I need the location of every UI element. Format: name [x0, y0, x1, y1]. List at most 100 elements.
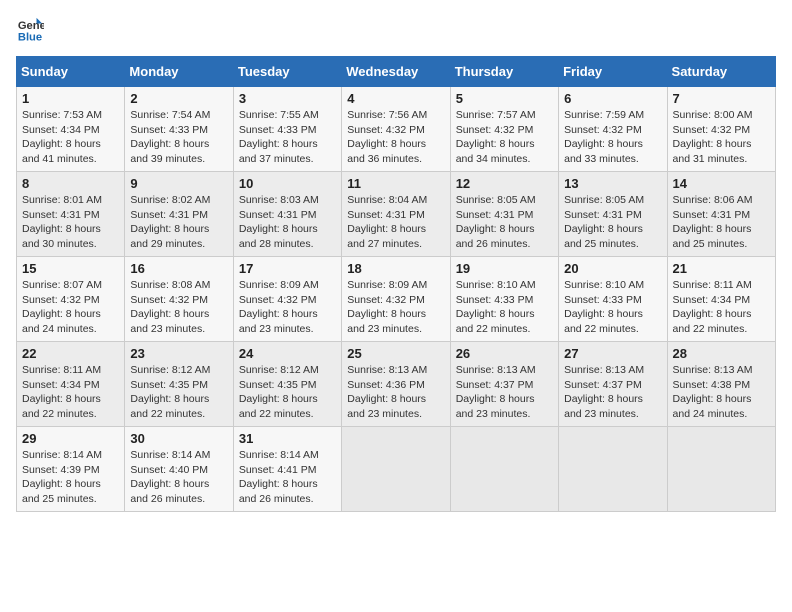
- day-number: 13: [564, 176, 661, 191]
- day-info: Sunrise: 8:11 AMSunset: 4:34 PMDaylight:…: [22, 363, 119, 422]
- day-info: Sunrise: 8:13 AMSunset: 4:37 PMDaylight:…: [564, 363, 661, 422]
- day-info: Sunrise: 8:13 AMSunset: 4:38 PMDaylight:…: [673, 363, 770, 422]
- day-number: 24: [239, 346, 336, 361]
- day-info: Sunrise: 8:00 AMSunset: 4:32 PMDaylight:…: [673, 108, 770, 167]
- calendar-week-4: 22 Sunrise: 8:11 AMSunset: 4:34 PMDayligh…: [17, 342, 776, 427]
- day-info: Sunrise: 8:13 AMSunset: 4:36 PMDaylight:…: [347, 363, 444, 422]
- day-info: Sunrise: 8:07 AMSunset: 4:32 PMDaylight:…: [22, 278, 119, 337]
- page-header: General Blue: [16, 16, 776, 44]
- calendar-cell: 18 Sunrise: 8:09 AMSunset: 4:32 PMDayligh…: [342, 257, 450, 342]
- day-info: Sunrise: 8:09 AMSunset: 4:32 PMDaylight:…: [239, 278, 336, 337]
- day-info: Sunrise: 8:01 AMSunset: 4:31 PMDaylight:…: [22, 193, 119, 252]
- column-header-friday: Friday: [559, 57, 667, 87]
- day-number: 11: [347, 176, 444, 191]
- calendar-header: SundayMondayTuesdayWednesdayThursdayFrid…: [17, 57, 776, 87]
- day-number: 29: [22, 431, 119, 446]
- logo-icon: General Blue: [16, 16, 44, 44]
- day-info: Sunrise: 8:09 AMSunset: 4:32 PMDaylight:…: [347, 278, 444, 337]
- calendar-cell: 14Sunrise: 8:06 AMSunset: 4:31 PMDayligh…: [667, 172, 775, 257]
- day-number: 8: [22, 176, 119, 191]
- calendar-cell: 24 Sunrise: 8:12 AMSunset: 4:35 PMDayligh…: [233, 342, 341, 427]
- day-info: Sunrise: 8:03 AMSunset: 4:31 PMDaylight:…: [239, 193, 336, 252]
- calendar-cell: 7Sunrise: 8:00 AMSunset: 4:32 PMDaylight…: [667, 87, 775, 172]
- calendar-cell: 17Sunrise: 8:09 AMSunset: 4:32 PMDayligh…: [233, 257, 341, 342]
- calendar-week-1: 1 Sunrise: 7:53 AMSunset: 4:34 PMDaylight…: [17, 87, 776, 172]
- column-header-saturday: Saturday: [667, 57, 775, 87]
- day-number: 16: [130, 261, 227, 276]
- day-number: 1: [22, 91, 119, 106]
- day-info: Sunrise: 7:59 AMSunset: 4:32 PMDaylight:…: [564, 108, 661, 167]
- calendar-cell: 30 Sunrise: 8:14 AMSunset: 4:40 PMDayligh…: [125, 427, 233, 512]
- day-info: Sunrise: 8:08 AMSunset: 4:32 PMDaylight:…: [130, 278, 227, 337]
- calendar-cell: 23Sunrise: 8:12 AMSunset: 4:35 PMDayligh…: [125, 342, 233, 427]
- calendar-cell: 19 Sunrise: 8:10 AMSunset: 4:33 PMDayligh…: [450, 257, 558, 342]
- day-number: 15: [22, 261, 119, 276]
- header-row: SundayMondayTuesdayWednesdayThursdayFrid…: [17, 57, 776, 87]
- day-number: 22: [22, 346, 119, 361]
- calendar-cell: 29 Sunrise: 8:14 AMSunset: 4:39 PMDayligh…: [17, 427, 125, 512]
- day-number: 2: [130, 91, 227, 106]
- day-number: 6: [564, 91, 661, 106]
- calendar-cell: 21 Sunrise: 8:11 AMSunset: 4:34 PMDayligh…: [667, 257, 775, 342]
- day-number: 19: [456, 261, 553, 276]
- column-header-wednesday: Wednesday: [342, 57, 450, 87]
- day-number: 5: [456, 91, 553, 106]
- day-info: Sunrise: 8:14 AMSunset: 4:41 PMDaylight:…: [239, 448, 336, 507]
- calendar-cell: 6 Sunrise: 7:59 AMSunset: 4:32 PMDaylight…: [559, 87, 667, 172]
- day-number: 3: [239, 91, 336, 106]
- calendar-cell: [667, 427, 775, 512]
- calendar-cell: 12Sunrise: 8:05 AMSunset: 4:31 PMDayligh…: [450, 172, 558, 257]
- day-number: 20: [564, 261, 661, 276]
- day-info: Sunrise: 7:54 AMSunset: 4:33 PMDaylight:…: [130, 108, 227, 167]
- calendar-cell: 27 Sunrise: 8:13 AMSunset: 4:37 PMDayligh…: [559, 342, 667, 427]
- day-info: Sunrise: 7:53 AMSunset: 4:34 PMDaylight:…: [22, 108, 119, 167]
- day-number: 27: [564, 346, 661, 361]
- day-info: Sunrise: 8:14 AMSunset: 4:39 PMDaylight:…: [22, 448, 119, 507]
- calendar-cell: 25 Sunrise: 8:13 AMSunset: 4:36 PMDayligh…: [342, 342, 450, 427]
- column-header-monday: Monday: [125, 57, 233, 87]
- calendar-cell: 9 Sunrise: 8:02 AMSunset: 4:31 PMDaylight…: [125, 172, 233, 257]
- day-number: 31: [239, 431, 336, 446]
- calendar-cell: 13 Sunrise: 8:05 AMSunset: 4:31 PMDayligh…: [559, 172, 667, 257]
- day-number: 12: [456, 176, 553, 191]
- svg-text:Blue: Blue: [18, 31, 42, 43]
- day-number: 25: [347, 346, 444, 361]
- calendar-week-3: 15 Sunrise: 8:07 AMSunset: 4:32 PMDayligh…: [17, 257, 776, 342]
- calendar-cell: 22 Sunrise: 8:11 AMSunset: 4:34 PMDayligh…: [17, 342, 125, 427]
- day-number: 21: [673, 261, 770, 276]
- calendar-cell: 3 Sunrise: 7:55 AMSunset: 4:33 PMDaylight…: [233, 87, 341, 172]
- day-number: 9: [130, 176, 227, 191]
- day-info: Sunrise: 8:13 AMSunset: 4:37 PMDaylight:…: [456, 363, 553, 422]
- day-number: 28: [673, 346, 770, 361]
- day-info: Sunrise: 7:56 AMSunset: 4:32 PMDaylight:…: [347, 108, 444, 167]
- day-info: Sunrise: 8:12 AMSunset: 4:35 PMDaylight:…: [239, 363, 336, 422]
- day-number: 26: [456, 346, 553, 361]
- logo: General Blue: [16, 16, 48, 44]
- day-number: 23: [130, 346, 227, 361]
- calendar-cell: [559, 427, 667, 512]
- day-info: Sunrise: 8:14 AMSunset: 4:40 PMDaylight:…: [130, 448, 227, 507]
- day-number: 14: [673, 176, 770, 191]
- day-number: 30: [130, 431, 227, 446]
- calendar-cell: 26 Sunrise: 8:13 AMSunset: 4:37 PMDayligh…: [450, 342, 558, 427]
- calendar-cell: 10Sunrise: 8:03 AMSunset: 4:31 PMDayligh…: [233, 172, 341, 257]
- column-header-thursday: Thursday: [450, 57, 558, 87]
- calendar-cell: 5Sunrise: 7:57 AMSunset: 4:32 PMDaylight…: [450, 87, 558, 172]
- calendar-cell: 15 Sunrise: 8:07 AMSunset: 4:32 PMDayligh…: [17, 257, 125, 342]
- calendar-cell: 20Sunrise: 8:10 AMSunset: 4:33 PMDayligh…: [559, 257, 667, 342]
- calendar-cell: 16 Sunrise: 8:08 AMSunset: 4:32 PMDayligh…: [125, 257, 233, 342]
- calendar-week-5: 29 Sunrise: 8:14 AMSunset: 4:39 PMDayligh…: [17, 427, 776, 512]
- calendar-cell: 4Sunrise: 7:56 AMSunset: 4:32 PMDaylight…: [342, 87, 450, 172]
- day-info: Sunrise: 8:02 AMSunset: 4:31 PMDaylight:…: [130, 193, 227, 252]
- calendar-cell: 1 Sunrise: 7:53 AMSunset: 4:34 PMDaylight…: [17, 87, 125, 172]
- day-info: Sunrise: 8:11 AMSunset: 4:34 PMDaylight:…: [673, 278, 770, 337]
- day-info: Sunrise: 7:55 AMSunset: 4:33 PMDaylight:…: [239, 108, 336, 167]
- calendar-week-2: 8 Sunrise: 8:01 AMSunset: 4:31 PMDaylight…: [17, 172, 776, 257]
- day-number: 18: [347, 261, 444, 276]
- column-header-sunday: Sunday: [17, 57, 125, 87]
- day-info: Sunrise: 8:10 AMSunset: 4:33 PMDaylight:…: [456, 278, 553, 337]
- calendar-cell: 11Sunrise: 8:04 AMSunset: 4:31 PMDayligh…: [342, 172, 450, 257]
- day-info: Sunrise: 8:05 AMSunset: 4:31 PMDaylight:…: [564, 193, 661, 252]
- calendar-cell: 28 Sunrise: 8:13 AMSunset: 4:38 PMDayligh…: [667, 342, 775, 427]
- column-header-tuesday: Tuesday: [233, 57, 341, 87]
